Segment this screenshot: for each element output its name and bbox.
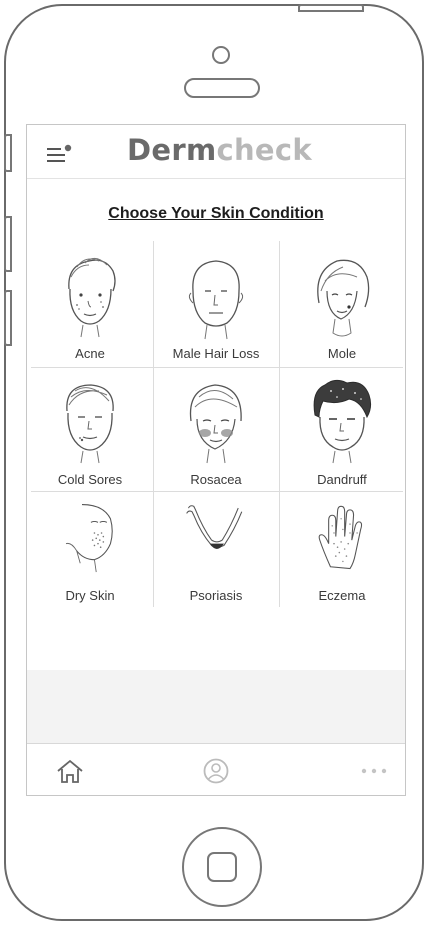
condition-label: Male Hair Loss [172, 346, 260, 361]
grid-divider [31, 367, 403, 368]
condition-grid: Acne Male Hair Loss Mole Cold Sores Rosa… [27, 239, 405, 609]
dry-skin-face-icon [65, 504, 113, 573]
earpiece-speaker [184, 78, 260, 98]
app-screen: Dermcheck Choose Your Skin Condition Acn… [26, 124, 406, 796]
brand-part1: Derm [127, 133, 217, 167]
condition-label: Dry Skin [65, 588, 115, 603]
grid-divider [153, 241, 154, 607]
hand-eczema-icon [318, 505, 363, 570]
condition-label: Rosacea [190, 472, 242, 487]
face-acne-icon [68, 258, 116, 338]
grid-divider [31, 491, 403, 492]
condition-acne[interactable]: Acne [27, 243, 153, 367]
condition-label: Mole [327, 346, 357, 361]
condition-label: Dandruff [317, 472, 367, 487]
more-icon[interactable] [359, 758, 389, 784]
volume-up-button [4, 216, 12, 272]
page-title: Choose Your Skin Condition [108, 205, 324, 222]
hardware-home-button[interactable] [182, 827, 262, 907]
bottom-tab-bar [27, 743, 405, 795]
home-icon[interactable] [55, 758, 85, 784]
bald-man-icon [188, 260, 244, 340]
condition-label: Acne [75, 346, 105, 361]
condition-label: Eczema [318, 588, 366, 603]
condition-label: Psoriasis [189, 588, 243, 603]
empty-content-area [27, 670, 405, 743]
power-button [298, 4, 364, 12]
condition-male-hair-loss[interactable]: Male Hair Loss [153, 243, 279, 367]
app-header: Dermcheck [27, 125, 405, 179]
dark-hair-icon [313, 379, 372, 464]
menu-icon[interactable] [45, 143, 73, 165]
brand-part2: check [216, 133, 312, 167]
condition-dry-skin[interactable]: Dry Skin [27, 493, 153, 609]
condition-rosacea[interactable]: Rosacea [153, 369, 279, 493]
woman-mole-icon [317, 259, 370, 337]
arm-psoriasis-icon [186, 505, 243, 549]
face-cold-sores-icon [66, 384, 114, 464]
face-rosacea-icon [189, 384, 242, 464]
profile-icon[interactable] [201, 758, 231, 784]
mute-switch [4, 134, 12, 172]
condition-mole[interactable]: Mole [279, 243, 405, 367]
grid-divider [279, 241, 280, 607]
condition-cold-sores[interactable]: Cold Sores [27, 369, 153, 493]
brand-logo: Dermcheck [127, 133, 312, 173]
condition-dandruff[interactable]: Dandruff [279, 369, 405, 493]
front-camera [212, 46, 230, 64]
condition-psoriasis[interactable]: Psoriasis [153, 493, 279, 609]
condition-eczema[interactable]: Eczema [279, 493, 405, 609]
condition-label: Cold Sores [57, 472, 123, 487]
volume-down-button [4, 290, 12, 346]
